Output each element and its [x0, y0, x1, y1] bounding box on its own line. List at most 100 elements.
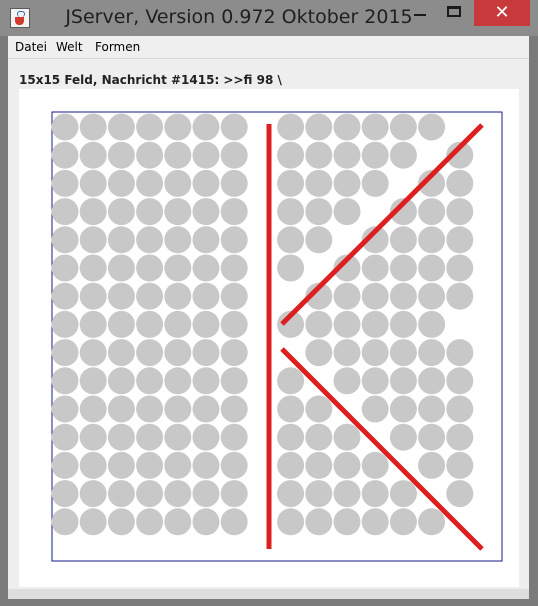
board-cell[interactable]: [107, 339, 135, 367]
board-cell[interactable]: [107, 395, 135, 423]
board-cell[interactable]: [192, 169, 220, 197]
board-cell[interactable]: [51, 113, 79, 141]
board-cell[interactable]: [107, 480, 135, 508]
board-cell[interactable]: [305, 480, 333, 508]
board-cell[interactable]: [79, 169, 107, 197]
board-cell[interactable]: [136, 395, 164, 423]
board-cell[interactable]: [305, 169, 333, 197]
minimize-button[interactable]: [405, 0, 435, 24]
board-cell[interactable]: [107, 169, 135, 197]
board-cell[interactable]: [305, 339, 333, 367]
board-cell[interactable]: [418, 282, 446, 310]
board-cell[interactable]: [361, 480, 389, 508]
board-cell[interactable]: [164, 169, 192, 197]
board-cell[interactable]: [220, 508, 248, 536]
board-cell[interactable]: [389, 141, 417, 169]
board-cell[interactable]: [79, 310, 107, 338]
board-cell[interactable]: [51, 141, 79, 169]
menu-datei[interactable]: Datei: [15, 40, 47, 54]
board-cell[interactable]: [51, 480, 79, 508]
board-cell[interactable]: [361, 113, 389, 141]
board-cell[interactable]: [192, 141, 220, 169]
board-cell[interactable]: [418, 367, 446, 395]
board-cell[interactable]: [305, 508, 333, 536]
board-cell[interactable]: [389, 254, 417, 282]
title-bar[interactable]: JServer, Version 0.972 Oktober 2015 ✕: [0, 0, 538, 36]
board-cell[interactable]: [277, 198, 305, 226]
board-cell[interactable]: [446, 226, 474, 254]
board-cell[interactable]: [192, 423, 220, 451]
board-cell[interactable]: [136, 480, 164, 508]
board-cell[interactable]: [79, 113, 107, 141]
board-cell[interactable]: [164, 367, 192, 395]
board-cell[interactable]: [446, 395, 474, 423]
board-cell[interactable]: [220, 367, 248, 395]
board-cell[interactable]: [446, 423, 474, 451]
board-cell[interactable]: [107, 113, 135, 141]
board-cell[interactable]: [136, 113, 164, 141]
board-cell[interactable]: [107, 254, 135, 282]
board-cell[interactable]: [277, 451, 305, 479]
board-cell[interactable]: [164, 198, 192, 226]
board-cell[interactable]: [136, 254, 164, 282]
board-cell[interactable]: [389, 226, 417, 254]
board-cell[interactable]: [333, 141, 361, 169]
board-cell[interactable]: [79, 480, 107, 508]
board-cell[interactable]: [361, 395, 389, 423]
board-cell[interactable]: [164, 141, 192, 169]
board-cell[interactable]: [51, 423, 79, 451]
board-cell[interactable]: [220, 113, 248, 141]
board-cell[interactable]: [164, 254, 192, 282]
board-cell[interactable]: [418, 423, 446, 451]
board-cell[interactable]: [277, 480, 305, 508]
board-cell[interactable]: [418, 451, 446, 479]
board-cell[interactable]: [164, 423, 192, 451]
board-cell[interactable]: [51, 339, 79, 367]
board-cell[interactable]: [51, 451, 79, 479]
board-cell[interactable]: [333, 339, 361, 367]
board-cell[interactable]: [164, 339, 192, 367]
board-cell[interactable]: [277, 169, 305, 197]
board-cell[interactable]: [277, 141, 305, 169]
board-cell[interactable]: [418, 254, 446, 282]
board-cell[interactable]: [446, 198, 474, 226]
board-cell[interactable]: [220, 310, 248, 338]
board-cell[interactable]: [361, 367, 389, 395]
board-cell[interactable]: [192, 508, 220, 536]
board-cell[interactable]: [277, 395, 305, 423]
menu-welt[interactable]: Welt: [56, 40, 83, 54]
board-cell[interactable]: [389, 508, 417, 536]
board-cell[interactable]: [164, 451, 192, 479]
board-cell[interactable]: [51, 169, 79, 197]
board-cell[interactable]: [333, 282, 361, 310]
board-cell[interactable]: [164, 113, 192, 141]
board-cell[interactable]: [51, 282, 79, 310]
board-cell[interactable]: [220, 480, 248, 508]
board-cell[interactable]: [164, 395, 192, 423]
board-cell[interactable]: [220, 169, 248, 197]
board-cell[interactable]: [361, 339, 389, 367]
board-cell[interactable]: [446, 480, 474, 508]
board-cell[interactable]: [305, 451, 333, 479]
board-cell[interactable]: [361, 310, 389, 338]
board-cell[interactable]: [389, 339, 417, 367]
board-cell[interactable]: [333, 508, 361, 536]
board-cell[interactable]: [51, 367, 79, 395]
board-cell[interactable]: [164, 226, 192, 254]
board-cell[interactable]: [277, 254, 305, 282]
board-cell[interactable]: [418, 113, 446, 141]
board-cell[interactable]: [446, 169, 474, 197]
board-cell[interactable]: [164, 282, 192, 310]
board-cell[interactable]: [136, 423, 164, 451]
board-cell[interactable]: [192, 282, 220, 310]
board-cell[interactable]: [192, 310, 220, 338]
board-cell[interactable]: [220, 339, 248, 367]
board-cell[interactable]: [192, 226, 220, 254]
board-cell[interactable]: [361, 451, 389, 479]
board-cell[interactable]: [192, 339, 220, 367]
board-cell[interactable]: [418, 198, 446, 226]
board-cell[interactable]: [361, 508, 389, 536]
board-cell[interactable]: [79, 395, 107, 423]
board-cell[interactable]: [136, 282, 164, 310]
board-cell[interactable]: [333, 310, 361, 338]
